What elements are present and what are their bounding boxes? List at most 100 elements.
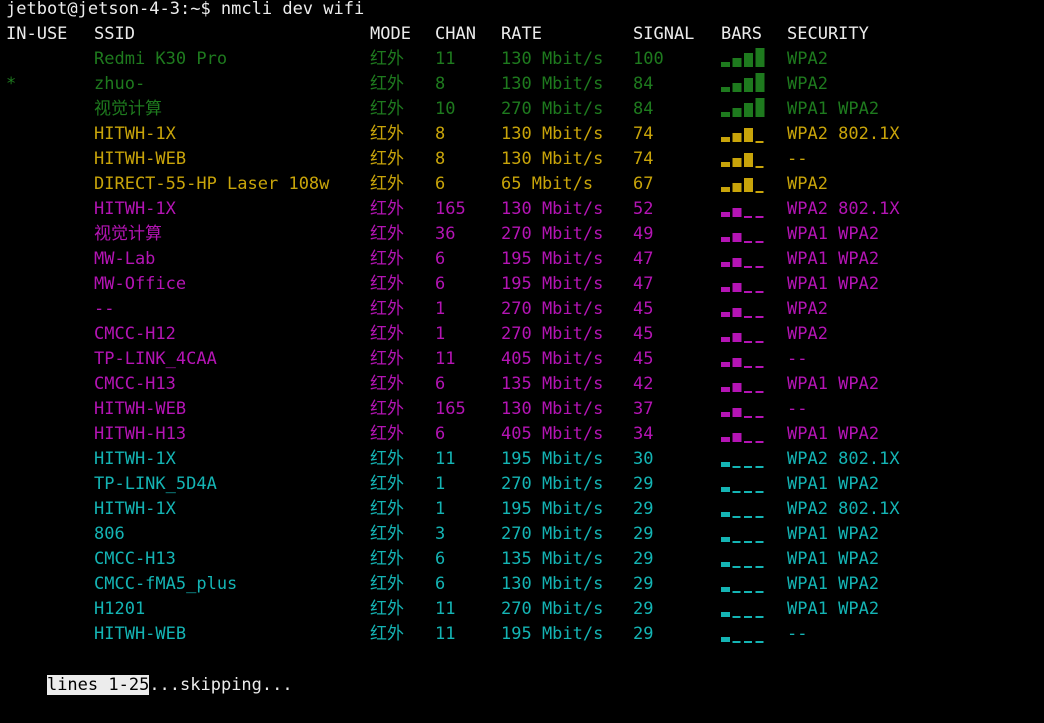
- security-cell: WPA2: [787, 74, 828, 94]
- signal-bar: [755, 141, 764, 143]
- signal-bar: [721, 512, 730, 517]
- rate-cell: 195 Mbit/s: [501, 249, 604, 269]
- signal-cell: 29: [633, 624, 654, 644]
- mode-cell: 红外: [370, 474, 404, 494]
- ssid-cell: CMCC-H13: [94, 374, 176, 394]
- signal-bar: [755, 416, 764, 418]
- security-cell: WPA2 802.1X: [787, 499, 900, 519]
- mode-cell: 红外: [370, 449, 404, 469]
- signal-bar: [721, 137, 730, 142]
- signal-bar: [744, 291, 752, 293]
- security-cell: --: [787, 349, 808, 369]
- signal-bar: [721, 162, 730, 167]
- channel-cell: 11: [435, 449, 456, 469]
- signal-bar: [755, 166, 764, 168]
- rate-cell: 195 Mbit/s: [501, 499, 604, 519]
- security-cell: WPA1 WPA2: [787, 374, 880, 394]
- table-row: MW-Lab 红外 6 195 Mbit/s 47 WPA1 WPA2: [0, 247, 1044, 272]
- channel-cell: 165: [435, 199, 466, 219]
- channel-cell: 11: [435, 49, 456, 69]
- mode-cell: 红外: [370, 124, 404, 144]
- signal-bar: [744, 541, 752, 543]
- table-row: CMCC-fMA5_plus 红外 6 130 Mbit/s 29 WPA1 WPA2: [0, 572, 1044, 597]
- mode-cell: 红外: [370, 599, 404, 619]
- channel-cell: 11: [435, 349, 456, 369]
- signal-bar: [732, 133, 742, 142]
- mode-cell: 红外: [370, 49, 404, 69]
- ssid-cell: HITWH-WEB: [94, 624, 187, 644]
- signal-bar: [721, 312, 730, 317]
- signal-bar: [744, 78, 753, 92]
- signal-bar: [732, 183, 742, 192]
- signal-bar: [721, 412, 730, 417]
- rate-cell: 270 Mbit/s: [501, 99, 604, 119]
- signal-bar: [755, 316, 764, 318]
- signal-bar: [732, 408, 742, 417]
- mode-cell: 红外: [370, 99, 404, 119]
- mode-cell: 红外: [370, 324, 404, 344]
- signal-bar: [755, 441, 764, 443]
- header-mode: MODE: [370, 24, 411, 44]
- security-cell: WPA2: [787, 49, 828, 69]
- signal-cell: 47: [633, 249, 654, 269]
- mode-cell: 红外: [370, 574, 404, 594]
- signal-bar: [755, 616, 764, 618]
- terminal-window[interactable]: jetbot@jetson-4-3:~$ nmcli dev wifi IN-U…: [0, 0, 1044, 695]
- security-cell: WPA1 WPA2: [787, 474, 880, 494]
- signal-cell: 100: [633, 49, 664, 69]
- security-cell: --: [787, 149, 808, 169]
- signal-cell: 49: [633, 224, 654, 244]
- channel-cell: 8: [435, 149, 446, 169]
- signal-cell: 84: [633, 74, 654, 94]
- signal-bar: [732, 591, 741, 593]
- security-cell: WPA1 WPA2: [787, 424, 880, 444]
- signal-bar: [755, 48, 765, 67]
- signal-bar: [755, 216, 764, 218]
- signal-cell: 29: [633, 599, 654, 619]
- signal-bar: [744, 416, 752, 418]
- channel-cell: 1: [435, 474, 446, 494]
- table-row: HITWH-WEB 红外 8 130 Mbit/s 74 --: [0, 147, 1044, 172]
- rate-cell: 405 Mbit/s: [501, 349, 604, 369]
- signal-bar: [721, 437, 730, 442]
- signal-bar: [755, 391, 764, 393]
- mode-cell: 红外: [370, 424, 404, 444]
- table-row: H1201 红外 11 270 Mbit/s 29 WPA1 WPA2: [0, 597, 1044, 622]
- table-header: IN-USE SSID MODE CHAN RATE SIGNAL BARS S…: [0, 22, 1044, 47]
- table-row: HITWH-H13 红外 6 405 Mbit/s 34 WPA1 WPA2: [0, 422, 1044, 447]
- ssid-cell: HITWH-1X: [94, 499, 176, 519]
- mode-cell: 红外: [370, 274, 404, 294]
- security-cell: WPA1 WPA2: [787, 99, 880, 119]
- signal-cell: 74: [633, 149, 654, 169]
- signal-cell: 30: [633, 449, 654, 469]
- table-row: 视觉计算 红外 10 270 Mbit/s 84 WPA1 WPA2: [0, 97, 1044, 122]
- table-row: DIRECT-55-HP Laser 108w 红外 6 65 Mbit/s 67 WPA…: [0, 172, 1044, 197]
- ssid-cell: CMCC-H13: [94, 549, 176, 569]
- signal-cell: 37: [633, 399, 654, 419]
- header-in-use: IN-USE: [6, 24, 68, 44]
- ssid-cell: 视觉计算: [94, 224, 162, 244]
- channel-cell: 1: [435, 499, 446, 519]
- channel-cell: 6: [435, 174, 446, 194]
- signal-bar: [744, 241, 752, 243]
- signal-cell: 47: [633, 274, 654, 294]
- security-cell: WPA2: [787, 299, 828, 319]
- signal-bar: [744, 591, 752, 593]
- signal-bar: [744, 316, 752, 318]
- header-chan: CHAN: [435, 24, 476, 44]
- mode-cell: 红外: [370, 199, 404, 219]
- ssid-cell: HITWH-1X: [94, 449, 176, 469]
- signal-cell: 52: [633, 199, 654, 219]
- signal-bar: [721, 637, 730, 642]
- signal-bar: [755, 641, 764, 643]
- rate-cell: 135 Mbit/s: [501, 374, 604, 394]
- rate-cell: 270 Mbit/s: [501, 224, 604, 244]
- signal-bar: [732, 108, 742, 117]
- in-use-marker: *: [6, 74, 17, 94]
- channel-cell: 1: [435, 299, 446, 319]
- signal-bar: [744, 53, 753, 67]
- signal-bar: [721, 87, 730, 92]
- signal-bar: [732, 433, 742, 442]
- signal-bar: [721, 587, 730, 592]
- ssid-cell: CMCC-H12: [94, 324, 176, 344]
